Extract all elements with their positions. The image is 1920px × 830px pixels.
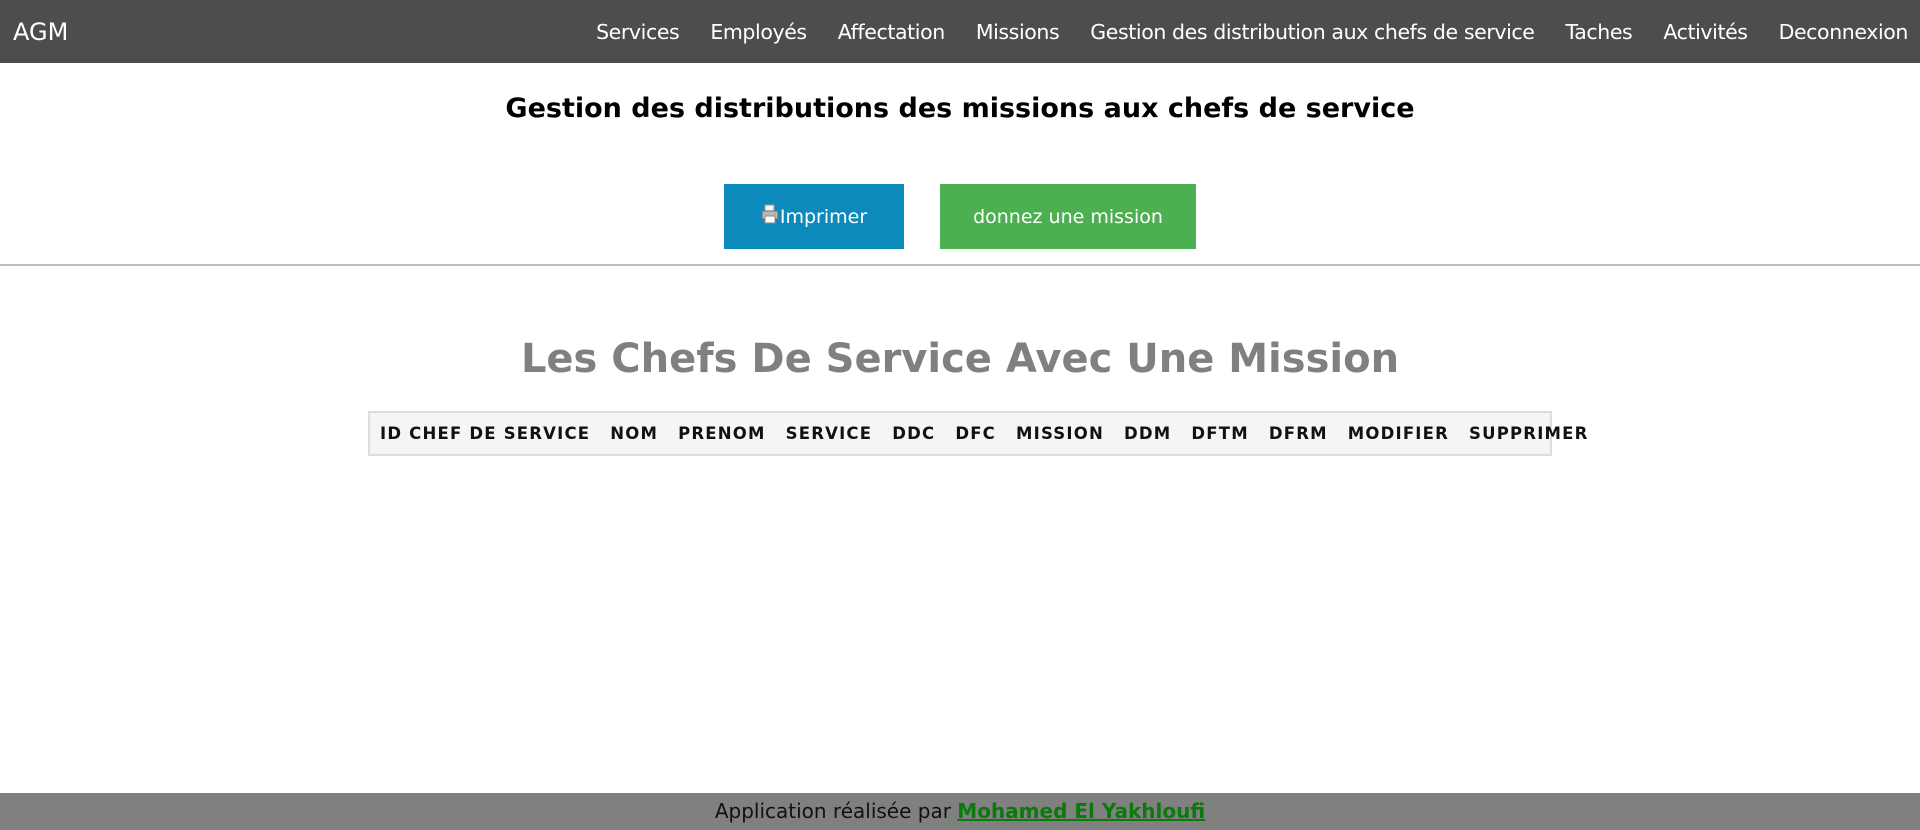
column-header-ddc: DDC — [892, 424, 936, 443]
table-header-row: ID CHEF DE SERVICE NOM PRENOM SERVICE DD… — [370, 413, 1599, 454]
print-button-label: Imprimer — [779, 205, 868, 228]
nav-item-employes[interactable]: Employés — [710, 17, 807, 47]
page-title: Gestion des distributions des missions a… — [505, 93, 1415, 124]
column-header-prenom: PRENOM — [678, 424, 766, 443]
footer-text: Application réalisée par — [714, 799, 958, 823]
column-header-mission: MISSION — [1016, 424, 1104, 443]
column-header-supprimer: SUPPRIMER — [1469, 424, 1589, 443]
column-header-dftm: DFTM — [1191, 424, 1249, 443]
page: AGM Services Employés Affectation Missio… — [0, 0, 1920, 830]
footer-author-link[interactable]: Mohamed El Yakhloufi — [957, 799, 1205, 823]
nav-item-activites[interactable]: Activités — [1663, 17, 1748, 47]
column-header-nom: NOM — [610, 424, 659, 443]
give-mission-button-label: donnez une mission — [973, 205, 1163, 228]
nav-item-missions[interactable]: Missions — [976, 17, 1060, 47]
column-header-dfrm: DFRM — [1268, 424, 1328, 443]
column-header-service: SERVICE — [785, 424, 873, 443]
print-button[interactable]: Imprimer — [724, 184, 904, 249]
brand-logo-link[interactable]: AGM — [13, 17, 68, 47]
column-header-ddm: DDM — [1123, 424, 1172, 443]
printer-icon — [761, 204, 779, 224]
give-mission-button[interactable]: donnez une mission — [940, 184, 1196, 249]
nav-item-gestion-distribution[interactable]: Gestion des distribution aux chefs de se… — [1090, 17, 1535, 47]
nav-item-affectation[interactable]: Affectation — [838, 17, 945, 47]
footer: Application réalisée par Mohamed El Yakh… — [0, 793, 1920, 830]
column-header-id-chef: ID CHEF DE SERVICE — [380, 424, 591, 443]
nav-item-services[interactable]: Services — [596, 17, 680, 47]
nav-menu: Services Employés Affectation Missions G… — [596, 0, 1908, 63]
nav-item-deconnexion[interactable]: Deconnexion — [1779, 17, 1909, 47]
top-navbar: AGM Services Employés Affectation Missio… — [0, 0, 1920, 63]
column-header-dfc: DFC — [955, 424, 996, 443]
nav-item-taches[interactable]: Taches — [1565, 17, 1632, 47]
horizontal-divider — [0, 264, 1920, 266]
chefs-mission-table: ID CHEF DE SERVICE NOM PRENOM SERVICE DD… — [368, 411, 1587, 456]
column-header-modifier: MODIFIER — [1347, 424, 1450, 443]
section-title: Les Chefs De Service Avec Une Mission — [520, 336, 1400, 382]
